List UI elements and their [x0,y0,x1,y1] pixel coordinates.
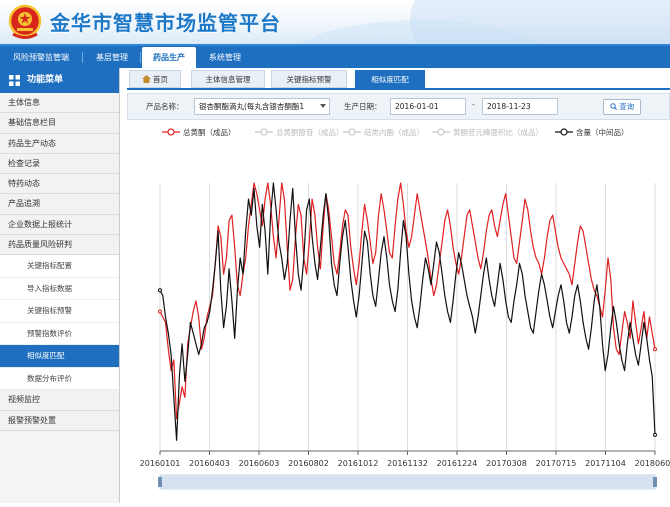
nav-separator [82,52,83,63]
tab-bar: 首页 主体信息管理 关键指标预警 相似度匹配 [127,70,670,90]
tab-indicator-warning[interactable]: 关键指标预警 [271,70,347,88]
filter-bar: 产品名称： 银杏酮酯滴丸(每丸含银杏酮酯1 生产日期： 2016-01-01 -… [127,93,670,120]
legend-label-3[interactable]: 黄酮苷元峰面积比（成品） [453,127,543,137]
line-chart: 总黄酮（成品） 总黄酮醇苷（成品） 萜类内酯（成品） 黄酮苷元峰面积比（成品） 含量（中… [140,127,670,490]
legend-label-0[interactable]: 总黄酮（成品） [183,127,236,137]
legend-marker-4[interactable] [560,128,568,136]
chevron-down-icon [320,104,326,108]
sidebar-header: 功能菜单 [0,68,119,93]
legend-marker-0[interactable] [167,128,175,136]
similarity-chart: 总黄酮（成品） 总黄酮醇苷（成品） 萜类内酯（成品） 黄酮苷元峰面积比（成品） 含量（中… [127,121,670,503]
legend-label-2[interactable]: 萜类内酯（成品） [364,127,424,137]
sidebar-item-basic-info[interactable]: 基础信息栏目 [0,113,119,134]
x-tick-label: 20160403 [189,459,230,468]
date-range-dash: - [472,100,475,109]
x-tick-label: 20161012 [338,459,379,468]
legend-label-4[interactable]: 含量（中间品） [576,127,629,137]
x-tick-label: 20161132 [387,459,428,468]
sidebar-subitem-similarity-match[interactable]: 相似度匹配 [0,345,119,368]
data-point[interactable] [653,347,657,352]
home-icon [142,75,151,83]
app-title: 金华市智慧市场监管平台 [50,11,281,35]
end-date-input[interactable]: 2018-11-23 [482,98,558,115]
sidebar-item-traceability[interactable]: 产品追溯 [0,194,119,215]
sidebar-item-data-report-stats[interactable]: 企业数据上报统计 [0,214,119,236]
legend-marker-2[interactable] [348,128,356,136]
query-button[interactable]: 查询 [603,99,641,115]
tab-entity-info-mgmt[interactable]: 主体信息管理 [191,70,265,88]
sidebar-subitem-indicator-config[interactable]: 关键指标配置 [0,255,119,278]
national-emblem-icon [8,4,42,39]
x-tick-label: 20170715 [536,459,577,468]
data-point[interactable] [158,309,162,314]
sidebar-header-label: 功能菜单 [27,75,64,85]
legend-marker-3[interactable] [437,128,445,136]
nav-item-grassroots[interactable]: 基层管理 [88,47,136,68]
query-button-label: 查询 [619,102,635,111]
sidebar-item-entity-info[interactable]: 主体信息 [0,93,119,114]
product-select[interactable]: 银杏酮酯滴丸(每丸含银杏酮酯1 [194,98,330,115]
x-tick-label: 20160101 [140,459,181,468]
x-tick-label: 20160603 [239,459,280,468]
search-icon [610,103,617,110]
product-name-label: 产品名称： [146,102,184,111]
zoom-handle-left[interactable] [158,477,162,487]
sidebar-item-production-dynamics[interactable]: 药品生产动态 [0,133,119,154]
main-nav: 风险预警监管端 基层管理 药品生产 系统管理 [0,44,670,68]
sidebar-item-alarm-handling[interactable]: 报警预警处置 [0,410,119,431]
production-date-label: 生产日期： [344,102,382,111]
grid-icon [9,75,20,86]
data-point[interactable] [158,288,162,293]
zoom-handle-right[interactable] [653,477,657,487]
sidebar-item-special-drug[interactable]: 特药动态 [0,174,119,195]
sidebar-item-inspection-records[interactable]: 检查记录 [0,153,119,175]
start-date-input[interactable]: 2016-01-01 [390,98,466,115]
sidebar-item-quality-risk[interactable]: 药品质量风险研判 [0,235,119,256]
sidebar: 功能菜单 主体信息 基础信息栏目 药品生产动态 检查记录 特药动态 产品追溯 企… [0,68,120,503]
header-banner: 金华市智慧市场监管平台 [0,0,670,44]
x-tick-label: 20160802 [288,459,329,468]
product-select-value: 银杏酮酯滴丸(每丸含银杏酮酯1 [199,102,305,111]
zoom-slider-window[interactable] [161,476,654,488]
sidebar-subitem-import-data[interactable]: 导入指标数据 [0,277,119,301]
x-tick-label: 20180602 [635,459,670,468]
x-tick-label: 20170308 [486,459,527,468]
data-point[interactable] [653,432,657,437]
sidebar-subitem-warning-index[interactable]: 预警指数评价 [0,322,119,346]
legend-label-1[interactable]: 总黄酮醇苷（成品） [276,127,344,137]
nav-item-drug-production[interactable]: 药品生产 [142,47,196,68]
sidebar-item-video-monitor[interactable]: 视频监控 [0,390,119,411]
tab-home[interactable]: 首页 [129,70,181,88]
legend-marker-1[interactable] [260,128,268,136]
nav-separator [140,52,141,63]
sidebar-subitem-indicator-warning[interactable]: 关键指标预警 [0,300,119,323]
tab-similarity-match[interactable]: 相似度匹配 [355,70,425,88]
x-tick-label: 20161224 [437,459,478,468]
nav-item-risk-warning[interactable]: 风险预警监管端 [4,47,78,68]
nav-item-system-admin[interactable]: 系统管理 [201,47,249,68]
tab-home-label: 首页 [153,75,168,84]
x-tick-label: 20171104 [585,459,626,468]
sidebar-subitem-distribution-eval[interactable]: 数据分布评价 [0,367,119,391]
